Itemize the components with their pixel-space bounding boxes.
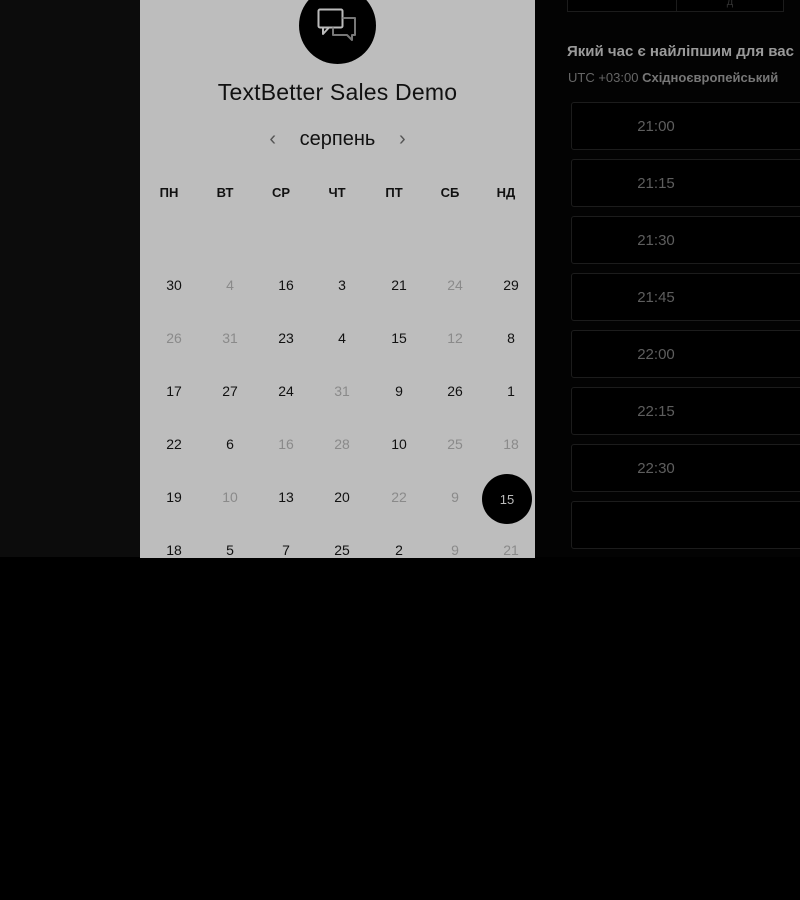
calendar-day[interactable]: 17 (154, 381, 194, 401)
calendar-day[interactable]: 25 (322, 540, 362, 558)
calendar-day: 4 (226, 277, 234, 293)
weekday-label: ПТ (385, 185, 403, 200)
calendar-day: 24 (447, 277, 463, 293)
calendar-day: 26 (166, 330, 182, 346)
calendar-day: 21 (503, 542, 519, 558)
calendar-day[interactable]: 24 (266, 381, 306, 401)
calendar-day[interactable]: 10 (379, 434, 419, 454)
time-slot-button[interactable]: 21:15 (571, 159, 800, 207)
calendar-day[interactable]: 23 (266, 328, 306, 348)
calendar-day[interactable]: 27 (210, 381, 250, 401)
calendar-day[interactable]: 2 (379, 540, 419, 558)
time-slot-button[interactable]: 21:45 (571, 273, 800, 321)
calendar-day: 16 (278, 436, 294, 452)
calendar-day[interactable]: 6 (210, 434, 250, 454)
calendar-day: 9 (451, 489, 459, 505)
top-partial-cell (567, 0, 677, 12)
calendar-day: 28 (334, 436, 350, 452)
calendar-day[interactable]: 1 (491, 381, 531, 401)
calendar-day: 31 (334, 383, 350, 399)
timezone-offset: UTC +03:00 (568, 70, 639, 85)
timezone-label[interactable]: UTC +03:00 Східноєвропейський (568, 70, 778, 85)
calendar-day[interactable]: 16 (266, 275, 306, 295)
calendar-day: 31 (222, 330, 238, 346)
calendar-day: 22 (391, 489, 407, 505)
calendar-day[interactable]: 5 (210, 540, 250, 558)
chevron-left-icon[interactable]: ‹ (262, 128, 284, 150)
calendar-day[interactable]: 4 (322, 328, 362, 348)
calendar-day[interactable]: 9 (379, 381, 419, 401)
time-slot-button[interactable]: 22:00 (571, 330, 800, 378)
calendar-day[interactable]: 19 (154, 487, 194, 507)
calendar-day: 25 (447, 436, 463, 452)
weekday-label: СБ (440, 185, 460, 200)
weekday-label: ПН (159, 185, 179, 200)
calendar-day-selected[interactable]: 15 (482, 474, 532, 524)
calendar-day: 18 (503, 436, 519, 452)
top-partial-label: д (726, 0, 734, 8)
weekday-label: ВТ (216, 185, 234, 200)
calendar-panel: TextBetter Sales Demo ‹ серпень › ПН ВТ СР… (140, 0, 535, 558)
weekday-label: СР (271, 185, 291, 200)
calendar-day[interactable]: 15 (379, 328, 419, 348)
month-label: серпень (299, 127, 376, 150)
calendar-day[interactable]: 3 (322, 275, 362, 295)
calendar-day: 10 (222, 489, 238, 505)
month-navigator: ‹ серпень › (140, 124, 535, 154)
calendar-day[interactable]: 18 (154, 540, 194, 558)
calendar-day[interactable]: 30 (154, 275, 194, 295)
time-slot-button[interactable]: 22:30 (571, 444, 800, 492)
top-partial-cell: д (676, 0, 784, 12)
calendar-day[interactable]: 8 (491, 328, 531, 348)
backdrop-left (0, 0, 140, 557)
calendar-day[interactable]: 7 (266, 540, 306, 558)
chat-bubbles-icon (299, 0, 376, 64)
calendar-day[interactable]: 26 (435, 381, 475, 401)
time-slot-button[interactable]: 22:15 (571, 387, 800, 435)
calendar-day[interactable]: 22 (154, 434, 194, 454)
calendar-day: 12 (447, 330, 463, 346)
page-title: TextBetter Sales Demo (217, 79, 458, 105)
time-slot-button[interactable] (571, 501, 800, 549)
weekday-label: ЧТ (328, 185, 346, 200)
timezone-name: Східноєвропейський (642, 70, 779, 85)
calendar-day[interactable]: 21 (379, 275, 419, 295)
calendar-day[interactable]: 29 (491, 275, 531, 295)
calendar-day: 9 (451, 542, 459, 558)
time-slot-button[interactable]: 21:00 (571, 102, 800, 150)
weekday-label: НД (496, 185, 516, 200)
calendar-day[interactable]: 13 (266, 487, 306, 507)
calendar-day[interactable]: 20 (322, 487, 362, 507)
chevron-right-icon[interactable]: › (391, 128, 413, 150)
time-heading: Який час є найліпшим для вас (567, 43, 794, 60)
time-slot-button[interactable]: 21:30 (571, 216, 800, 264)
